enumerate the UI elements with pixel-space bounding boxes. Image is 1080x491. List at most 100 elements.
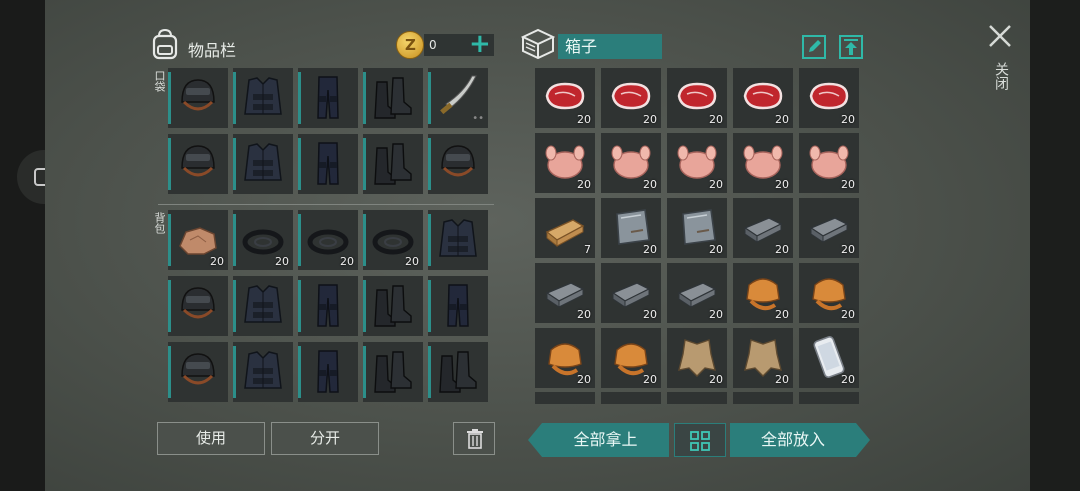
item-count: 20 [405,255,419,268]
slot-pants[interactable] [298,68,358,128]
slot-machete[interactable]: •• [428,68,488,128]
item-count: 20 [709,308,723,321]
slot-chicken[interactable]: 20 [601,133,661,193]
edit-icon [809,40,821,52]
item-count: 20 [709,243,723,256]
item-count: 20 [841,113,855,126]
slot-iron-ingot[interactable]: 20 [535,263,595,323]
slot-steak[interactable]: 20 [733,68,793,128]
slot-phone[interactable]: 20 [799,328,859,388]
slot-helmet[interactable] [168,342,228,402]
item-count: 20 [340,255,354,268]
slot-iron-ingot[interactable]: 20 [733,198,793,258]
slot-helmet[interactable] [168,134,228,194]
item-count: 20 [709,373,723,386]
item-count: 20 [841,308,855,321]
slot-hide[interactable]: 20 [667,328,727,388]
coin-icon: Z [396,31,424,59]
slot-iron-ingot[interactable]: 20 [799,198,859,258]
item-count: 20 [643,373,657,386]
item-count: 20 [709,178,723,191]
item-count: 20 [643,243,657,256]
close-label: 关闭 [993,62,1009,90]
slot-vest[interactable] [233,68,293,128]
use-button[interactable]: 使用 [157,422,265,455]
put-all-button[interactable]: 全部放入 [730,423,870,457]
item-count: 20 [210,255,224,268]
split-button[interactable]: 分开 [271,422,379,455]
slot-boots[interactable] [363,134,423,194]
slot-metal-plate[interactable]: 20 [667,198,727,258]
item-count: 20 [775,178,789,191]
backpack-label: 背包 [153,212,166,234]
take-all-button[interactable]: 全部拿上 [528,423,669,457]
durability-dots: •• [472,113,484,124]
slot-hide[interactable]: 20 [733,328,793,388]
slot-chicken[interactable]: 20 [733,133,793,193]
slot-boots[interactable] [428,342,488,402]
slot-chicken[interactable]: 20 [667,133,727,193]
slot-boots[interactable] [363,68,423,128]
item-count: 20 [577,308,591,321]
trash-button[interactable] [453,422,495,455]
box-scroll-hint [535,392,863,404]
pocket-label: 口袋 [153,70,166,92]
inventory-title: 物品栏 [188,41,237,60]
slot-steak[interactable]: 20 [535,68,595,128]
slot-helmet[interactable] [168,276,228,336]
box-title: 箱子 [565,37,598,56]
slot-vest[interactable] [233,134,293,194]
slot-rock[interactable]: 20 [168,210,228,270]
box-name-field[interactable]: 箱子 [558,34,662,59]
slot-tire[interactable]: 20 [298,210,358,270]
slot-tire[interactable]: 20 [233,210,293,270]
item-count: 20 [643,308,657,321]
item-count: 20 [841,243,855,256]
slot-chicken[interactable]: 20 [799,133,859,193]
put-all-label: 全部放入 [760,430,825,449]
item-count: 20 [841,178,855,191]
slot-steak[interactable]: 20 [799,68,859,128]
sort-button[interactable] [674,423,726,457]
item-count: 20 [577,113,591,126]
add-coins-button[interactable]: + [469,31,491,57]
slot-steak[interactable]: 20 [601,68,661,128]
item-count: 20 [577,178,591,191]
left-system-bar [0,0,45,491]
slot-fox-pelt[interactable]: 20 [535,328,595,388]
box-icon [520,28,556,64]
item-count: 20 [775,373,789,386]
item-count: 20 [709,113,723,126]
trash-icon [467,429,483,449]
item-count: 20 [775,308,789,321]
close-button[interactable] [986,22,1014,50]
close-icon [989,25,1011,47]
slot-boots[interactable] [363,276,423,336]
item-count: 20 [775,243,789,256]
slot-helmet[interactable] [428,134,488,194]
slot-pants[interactable] [298,276,358,336]
coin-count: 0 [429,38,437,52]
slot-boots[interactable] [363,342,423,402]
slot-chicken[interactable]: 20 [535,133,595,193]
slot-vest[interactable] [233,342,293,402]
slot-iron-ingot[interactable]: 20 [601,263,661,323]
slot-pants[interactable] [428,276,488,336]
rename-button[interactable] [802,35,826,59]
slot-iron-ingot[interactable]: 20 [667,263,727,323]
slot-metal-plate[interactable]: 20 [601,198,661,258]
right-system-bar [1030,0,1080,491]
slot-pants[interactable] [298,134,358,194]
section-divider [158,204,494,205]
slot-fox-pelt[interactable]: 20 [799,263,859,323]
slot-vest[interactable] [428,210,488,270]
slot-helmet[interactable] [168,68,228,128]
export-button[interactable] [839,35,863,59]
slot-wood[interactable]: 7 [535,198,595,258]
slot-fox-pelt[interactable]: 20 [601,328,661,388]
slot-steak[interactable]: 20 [667,68,727,128]
slot-pants[interactable] [298,342,358,402]
slot-tire[interactable]: 20 [363,210,423,270]
slot-vest[interactable] [233,276,293,336]
slot-fox-pelt[interactable]: 20 [733,263,793,323]
